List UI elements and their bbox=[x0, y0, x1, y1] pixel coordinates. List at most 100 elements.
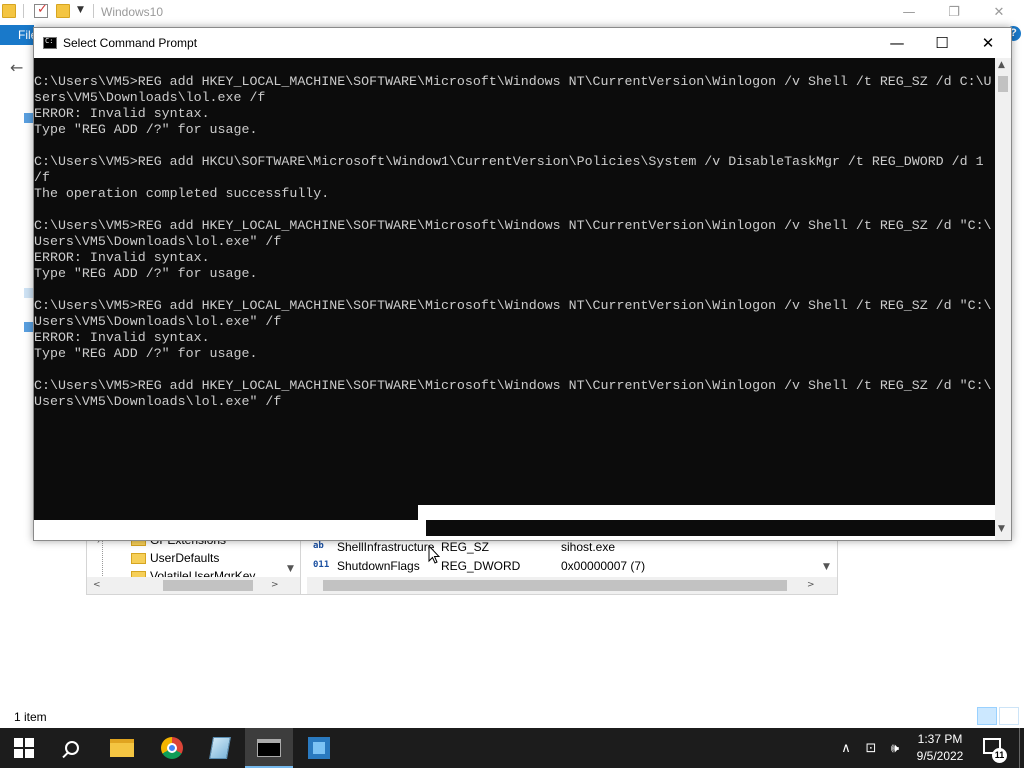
cmd-output-line: Users\VM5\Downloads\lol.exe" /f bbox=[34, 394, 282, 409]
notification-count-badge: 11 bbox=[992, 748, 1007, 763]
show-hidden-icons-chevron-icon[interactable]: ∧ bbox=[838, 728, 854, 768]
properties-check-icon[interactable] bbox=[34, 2, 48, 18]
cmd-output-line: C:\Users\VM5>REG add HKEY_LOCAL_MACHINE\… bbox=[34, 218, 992, 233]
value-name: ShutdownFlags bbox=[337, 559, 420, 573]
scroll-up-icon[interactable]: ▲ bbox=[998, 60, 1005, 70]
cmd-output-line: Type "REG ADD /?" for usage. bbox=[34, 122, 258, 137]
folder-icon bbox=[110, 739, 134, 757]
tree-item-label: UserDefaults bbox=[150, 551, 220, 565]
cmd-selection-highlight bbox=[418, 505, 995, 520]
scroll-thumb[interactable] bbox=[163, 580, 253, 591]
cmd-console-tail bbox=[426, 520, 995, 536]
scroll-thumb[interactable] bbox=[998, 76, 1008, 92]
new-folder-icon[interactable] bbox=[56, 4, 70, 18]
taskbar-command-prompt[interactable] bbox=[245, 728, 293, 768]
cmd-app-icon[interactable] bbox=[43, 37, 57, 49]
folder-icon bbox=[2, 4, 16, 18]
cmd-window-title: Select Command Prompt bbox=[63, 36, 198, 50]
dword-value-icon: 011 bbox=[313, 560, 330, 570]
explorer-restore-button[interactable]: ❐ bbox=[931, 0, 977, 24]
value-type: REG_SZ bbox=[441, 540, 490, 554]
explorer-status-item-count: 1 item bbox=[14, 710, 47, 724]
explorer-window-title: Windows10 bbox=[101, 5, 164, 19]
registry-editor-window: › GPExtensions UserDefaults VolatileUser… bbox=[86, 537, 838, 595]
divider bbox=[93, 4, 94, 18]
taskbar-chrome[interactable] bbox=[148, 728, 196, 768]
cmd-titlebar[interactable]: Select Command Prompt — ☐ ✕ bbox=[34, 28, 1011, 58]
back-arrow-icon[interactable]: ← bbox=[10, 58, 23, 77]
cmd-close-button[interactable]: ✕ bbox=[965, 28, 1011, 58]
cmd-icon bbox=[257, 739, 281, 757]
cmd-maximize-button[interactable]: ☐ bbox=[919, 28, 965, 58]
details-view-button[interactable] bbox=[977, 707, 997, 725]
mouse-cursor-icon bbox=[428, 545, 440, 564]
cmd-output-line: The operation completed successfully. bbox=[34, 186, 330, 201]
scroll-down-icon[interactable]: ▼ bbox=[998, 524, 1005, 534]
cmd-selection-highlight bbox=[34, 520, 418, 540]
cmd-minimize-button[interactable]: — bbox=[874, 28, 920, 58]
windows-logo-icon bbox=[14, 738, 34, 758]
large-icons-view-button[interactable] bbox=[999, 707, 1019, 725]
divider bbox=[23, 4, 24, 18]
cmd-output-line: C:\Users\VM5>REG add HKEY_LOCAL_MACHINE\… bbox=[34, 378, 992, 393]
cmd-output-line bbox=[34, 202, 995, 218]
regedit-icon bbox=[308, 737, 330, 759]
cmd-output-line: C:\Users\VM5>REG add HKCU\SOFTWARE\Micro… bbox=[34, 154, 984, 169]
scroll-right-icon[interactable]: > bbox=[271, 580, 279, 590]
cmd-vertical-scrollbar[interactable]: ▲ ▼ bbox=[995, 58, 1011, 540]
value-type: REG_DWORD bbox=[441, 559, 521, 573]
quick-access-dropdown-icon[interactable]: ▼ bbox=[77, 5, 84, 15]
explorer-minimize-button[interactable]: — bbox=[886, 0, 932, 24]
notepad-icon bbox=[209, 737, 231, 759]
explorer-close-button[interactable]: ✕ bbox=[976, 0, 1022, 24]
registry-tree-pane: › GPExtensions UserDefaults VolatileUser… bbox=[87, 538, 301, 594]
desktop-screen: ▼ Windows10 — ❐ ✕ File ? ← › GPExtension… bbox=[0, 0, 1024, 768]
cmd-output-line: sers\VM5\Downloads\lol.exe /f bbox=[34, 90, 266, 105]
volume-icon[interactable]: 🕪 bbox=[886, 728, 904, 768]
network-icon[interactable]: ⊡ bbox=[862, 728, 880, 768]
clock-date: 9/5/2022 bbox=[916, 749, 964, 763]
cmd-console-area[interactable]: C:\Users\VM5>REG add HKEY_LOCAL_MACHINE\… bbox=[34, 58, 995, 520]
taskbar-search-button[interactable] bbox=[48, 728, 96, 768]
string-value-icon: ab bbox=[313, 541, 324, 551]
values-scroll-down-icon[interactable]: ▼ bbox=[823, 562, 830, 572]
taskbar-notepad[interactable] bbox=[196, 728, 244, 768]
cmd-output-line: /f bbox=[34, 170, 50, 185]
cmd-output-line bbox=[34, 282, 995, 298]
scroll-right-icon[interactable]: > bbox=[807, 580, 815, 590]
value-data: sihost.exe bbox=[561, 540, 616, 554]
cmd-output-line bbox=[34, 138, 995, 154]
start-button[interactable] bbox=[0, 728, 48, 768]
cmd-output-line: C:\Users\VM5>REG add HKEY_LOCAL_MACHINE\… bbox=[34, 74, 992, 89]
registry-value-row[interactable]: 011 ShutdownFlags REG_DWORD 0x00000007 (… bbox=[313, 557, 833, 575]
scroll-thumb[interactable] bbox=[323, 580, 787, 591]
taskbar-clock[interactable]: 1:37 PM 9/5/2022 bbox=[912, 731, 968, 765]
chrome-icon bbox=[161, 737, 183, 759]
taskbar-registry-editor[interactable] bbox=[295, 728, 343, 768]
registry-values-pane: ab ShellInfrastructure REG_SZ sihost.exe… bbox=[307, 538, 837, 594]
tree-horizontal-scrollbar[interactable]: < > bbox=[87, 577, 300, 594]
search-icon bbox=[65, 741, 79, 755]
cmd-output-line: ERROR: Invalid syntax. bbox=[34, 106, 210, 121]
values-horizontal-scrollbar[interactable]: > bbox=[307, 577, 837, 594]
tree-item-userdefaults[interactable]: UserDefaults bbox=[131, 549, 219, 567]
tree-connector bbox=[102, 538, 103, 578]
scroll-left-icon[interactable]: < bbox=[93, 580, 101, 590]
taskbar-file-explorer[interactable] bbox=[98, 728, 146, 768]
command-prompt-window: Select Command Prompt — ☐ ✕ C:\Users\VM5… bbox=[33, 27, 1012, 541]
cmd-output-line: Users\VM5\Downloads\lol.exe" /f bbox=[34, 314, 282, 329]
cmd-output-line bbox=[34, 362, 995, 378]
show-desktop-button[interactable] bbox=[1019, 728, 1020, 768]
clock-time: 1:37 PM bbox=[917, 732, 963, 746]
value-data: 0x00000007 (7) bbox=[561, 559, 646, 573]
value-name: ShellInfrastructure bbox=[337, 540, 435, 554]
cmd-output-line: ERROR: Invalid syntax. bbox=[34, 330, 210, 345]
cmd-output-line: Type "REG ADD /?" for usage. bbox=[34, 266, 258, 281]
cmd-output: C:\Users\VM5>REG add HKEY_LOCAL_MACHINE\… bbox=[34, 74, 995, 410]
cmd-output-line: Type "REG ADD /?" for usage. bbox=[34, 346, 258, 361]
explorer-titlebar: ▼ Windows10 — ❐ ✕ bbox=[0, 0, 1024, 24]
cmd-output-line: ERROR: Invalid syntax. bbox=[34, 250, 210, 265]
tree-scroll-down-icon[interactable]: ▼ bbox=[287, 564, 294, 574]
ribbon-file-tab[interactable]: File bbox=[0, 25, 34, 45]
folder-icon bbox=[131, 552, 146, 564]
